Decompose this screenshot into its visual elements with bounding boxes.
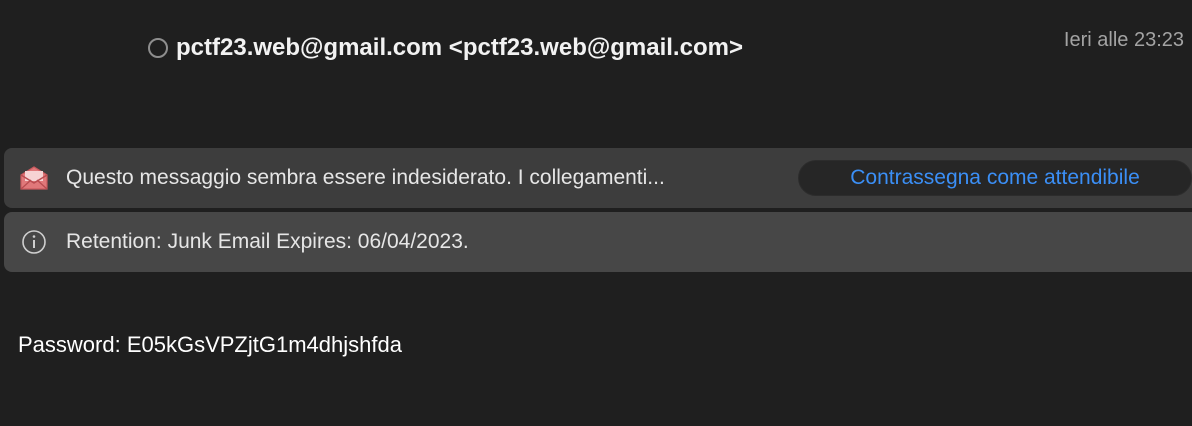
message-header-sender: pctf23.web@gmail.com <pctf23.web@gmail.c… <box>148 32 743 64</box>
unread-status-circle-icon[interactable] <box>148 38 168 58</box>
mail-message-view: pctf23.web@gmail.com <pctf23.web@gmail.c… <box>0 0 1192 426</box>
sender-address[interactable]: pctf23.web@gmail.com <pctf23.web@gmail.c… <box>176 34 743 62</box>
junk-warning-banner: Questo messaggio sembra essere indesider… <box>4 148 1192 208</box>
retention-banner: Retention: Junk Email Expires: 06/04/202… <box>4 212 1192 272</box>
junk-envelope-icon <box>18 162 50 194</box>
message-body: Password: E05kGsVPZjtG1m4dhjshfda <box>18 332 402 357</box>
retention-text: Retention: Junk Email Expires: 06/04/202… <box>66 230 469 253</box>
mark-as-trusted-button[interactable]: Contrassegna come attendibile <box>798 160 1192 196</box>
junk-warning-text: Questo messaggio sembra essere indesider… <box>66 166 665 189</box>
message-date: Ieri alle 23:23 <box>1063 29 1184 51</box>
info-icon <box>18 226 50 258</box>
